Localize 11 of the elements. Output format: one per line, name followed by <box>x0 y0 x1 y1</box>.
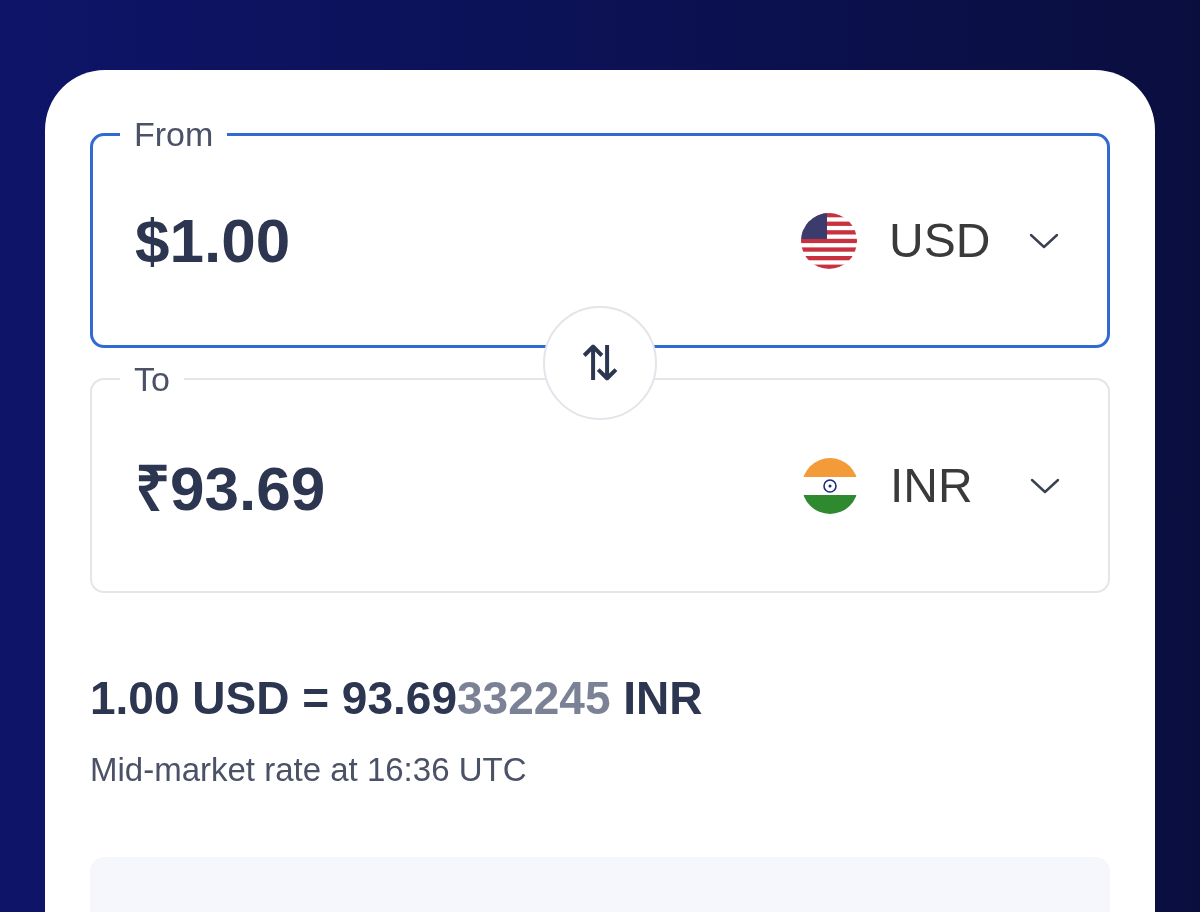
chevron-down-icon[interactable] <box>1030 476 1060 495</box>
rate-note: Mid-market rate at 16:36 UTC <box>90 751 528 789</box>
flag-icon <box>801 212 857 269</box>
amount-value[interactable]: $1.00 <box>135 205 801 276</box>
chevron-down-icon[interactable] <box>1029 231 1059 250</box>
exchange-rate: 1.00 USD = 93.69332245 INR <box>90 671 704 725</box>
amount-value[interactable]: ₹93.69 <box>135 443 802 528</box>
currency-code[interactable]: INR <box>890 458 1000 513</box>
flag-icon <box>802 457 858 514</box>
currency-code[interactable]: USD <box>889 213 999 268</box>
swap-button[interactable]: ⇅ <box>543 306 657 420</box>
